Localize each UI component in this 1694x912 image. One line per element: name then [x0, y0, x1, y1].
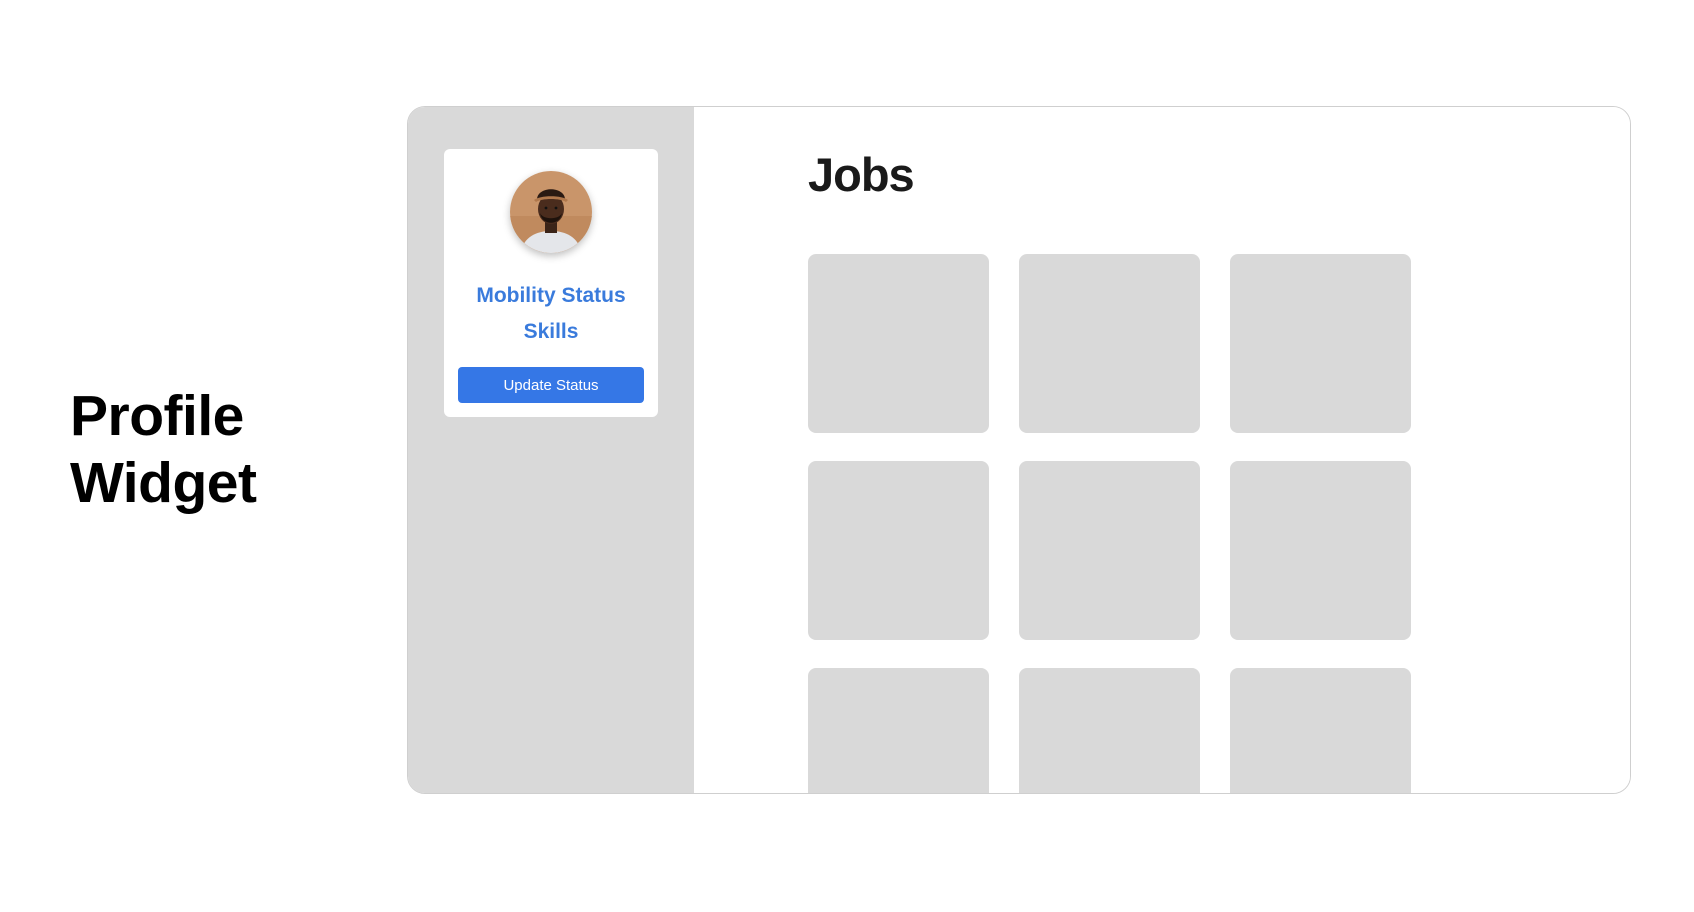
job-card-placeholder[interactable] — [1019, 254, 1200, 433]
update-status-button[interactable]: Update Status — [458, 367, 644, 403]
app-window: Mobility Status Skills Update Status Job… — [407, 106, 1631, 794]
slide-title-line-2: Widget — [70, 451, 257, 515]
avatar[interactable] — [510, 171, 592, 253]
sidebar: Mobility Status Skills Update Status — [408, 107, 694, 793]
mobility-status-link[interactable]: Mobility Status — [444, 284, 658, 308]
job-card-placeholder[interactable] — [1019, 461, 1200, 640]
job-card-placeholder[interactable] — [1230, 668, 1411, 793]
user-photo-icon — [510, 171, 592, 253]
job-grid — [808, 254, 1411, 793]
slide-title: Profile Widget — [70, 383, 257, 517]
page: Profile Widget Mobility Status Skills Up… — [0, 0, 1694, 912]
profile-widget: Mobility Status Skills Update Status — [444, 149, 658, 417]
job-card-placeholder[interactable] — [808, 668, 989, 793]
job-card-placeholder[interactable] — [1230, 461, 1411, 640]
slide-title-line-1: Profile — [70, 384, 244, 448]
job-card-placeholder[interactable] — [1019, 668, 1200, 793]
job-card-placeholder[interactable] — [1230, 254, 1411, 433]
skills-link[interactable]: Skills — [444, 320, 658, 344]
main-content: Jobs — [694, 107, 1630, 793]
page-title: Jobs — [808, 148, 915, 201]
job-card-placeholder[interactable] — [808, 461, 989, 640]
job-card-placeholder[interactable] — [808, 254, 989, 433]
